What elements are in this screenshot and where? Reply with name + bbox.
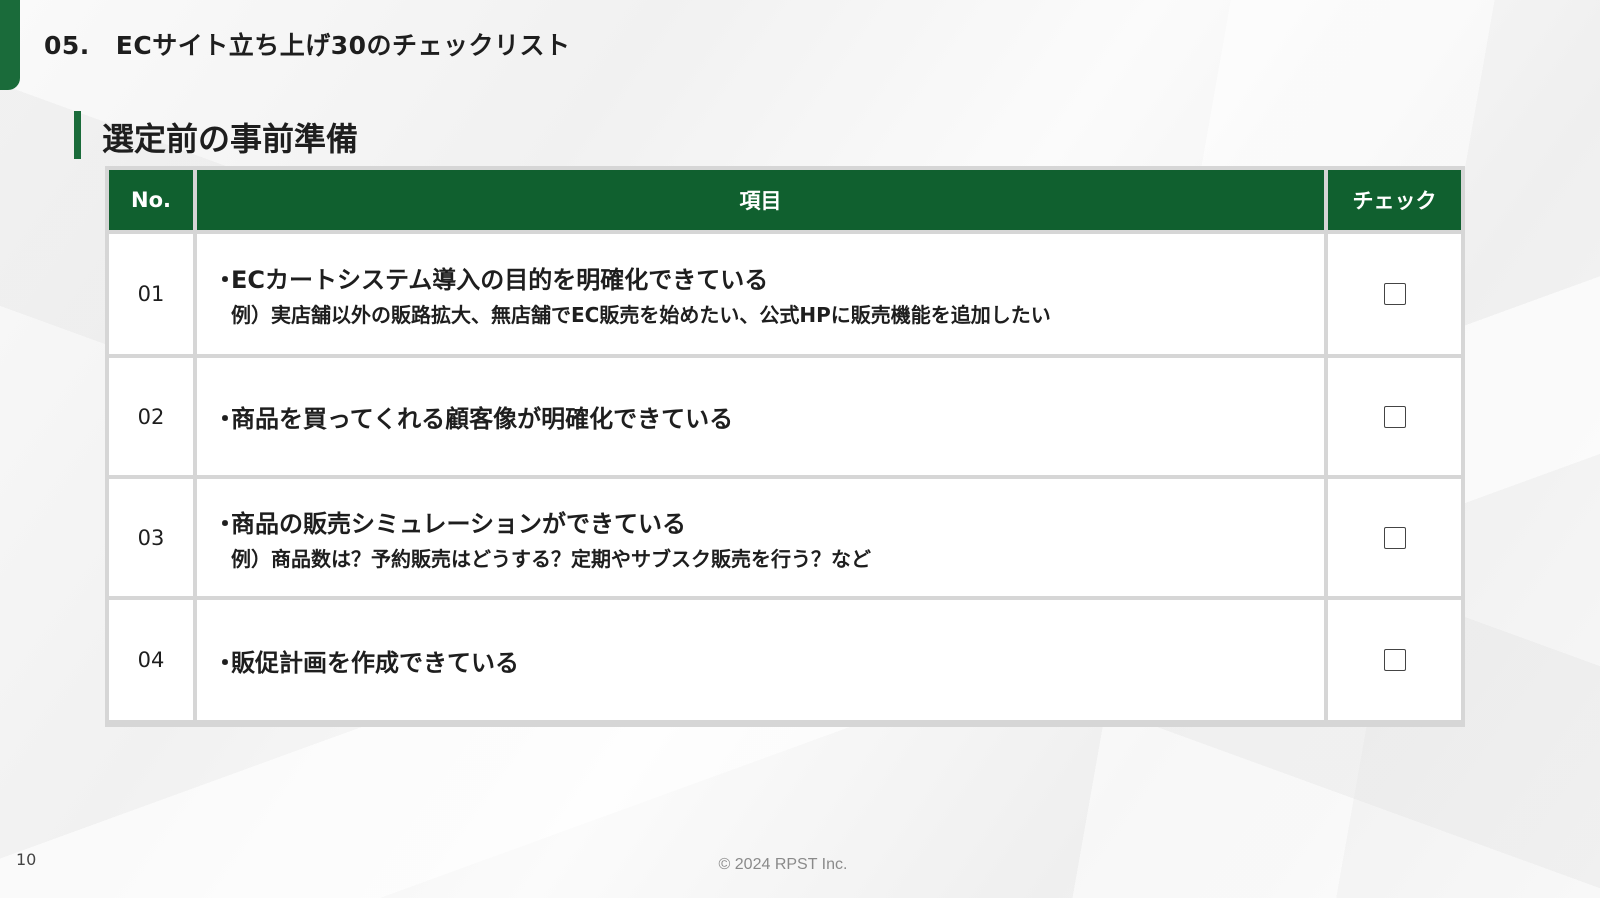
item-main-text: ・ECカートシステム導入の目的を明確化できている <box>213 260 1324 295</box>
row-item: ・販促計画を作成できている <box>197 600 1324 720</box>
row-number: 04 <box>109 600 193 720</box>
copyright-notice: © 2024 RPST Inc. <box>718 856 848 873</box>
section-accent-bar <box>74 111 81 159</box>
checkbox-04[interactable] <box>1383 649 1406 671</box>
row-number: 02 <box>109 358 193 475</box>
item-example-text: 例）実店舗以外の販路拡大、無店舗でEC販売を始めたい、公式HPに販売機能を追加し… <box>231 303 1051 327</box>
slide-title: 05. ECサイト立ち上げ30のチェックリスト <box>44 26 571 62</box>
bullet-glyph: ・ <box>213 648 237 677</box>
bullet-glyph: ・ <box>213 405 237 433</box>
row-check-cell <box>1328 600 1461 720</box>
header-check: チェック <box>1328 170 1461 230</box>
item-example-text: 例）商品数は？予約販売はどうする？定期やサブスク販売を行う？など <box>231 546 871 571</box>
row-item: ・商品を買ってくれる顧客像が明確化できている <box>197 358 1324 475</box>
row-check-cell <box>1328 358 1461 475</box>
row-item: ・商品の販売シミュレーションができている 例）商品数は？予約販売はどうする？定期… <box>197 479 1324 596</box>
row-item: ・ECカートシステム導入の目的を明確化できている 例）実店舗以外の販路拡大、無店… <box>197 234 1324 354</box>
corner-accent-bar <box>0 0 20 90</box>
slide-number: 05. <box>44 31 90 60</box>
item-main-text: ・販促計画を作成できている <box>213 643 1324 678</box>
item-main-text: ・商品の販売シミュレーションができている <box>213 504 1324 539</box>
item-main-text: ・商品を買ってくれる顧客像が明確化できている <box>213 399 1324 434</box>
header-item: 項目 <box>197 170 1324 230</box>
row-number: 01 <box>109 234 193 354</box>
header-no: No. <box>109 170 193 230</box>
checkbox-01[interactable] <box>1383 283 1406 305</box>
slide-title-text: ECサイト立ち上げ30のチェックリスト <box>115 31 571 60</box>
checkbox-02[interactable] <box>1383 405 1406 428</box>
checkbox-03[interactable] <box>1383 526 1406 549</box>
row-check-cell <box>1328 479 1461 596</box>
bullet-glyph: ・ <box>213 509 237 538</box>
checklist-table: No. 項目 チェック 01 ・ECカートシステム導入の目的を明確化できている … <box>105 166 1465 727</box>
row-number: 03 <box>109 479 193 596</box>
row-check-cell <box>1328 234 1461 354</box>
section-heading: 選定前の事前準備 <box>102 120 359 158</box>
bullet-glyph: ・ <box>213 266 237 294</box>
